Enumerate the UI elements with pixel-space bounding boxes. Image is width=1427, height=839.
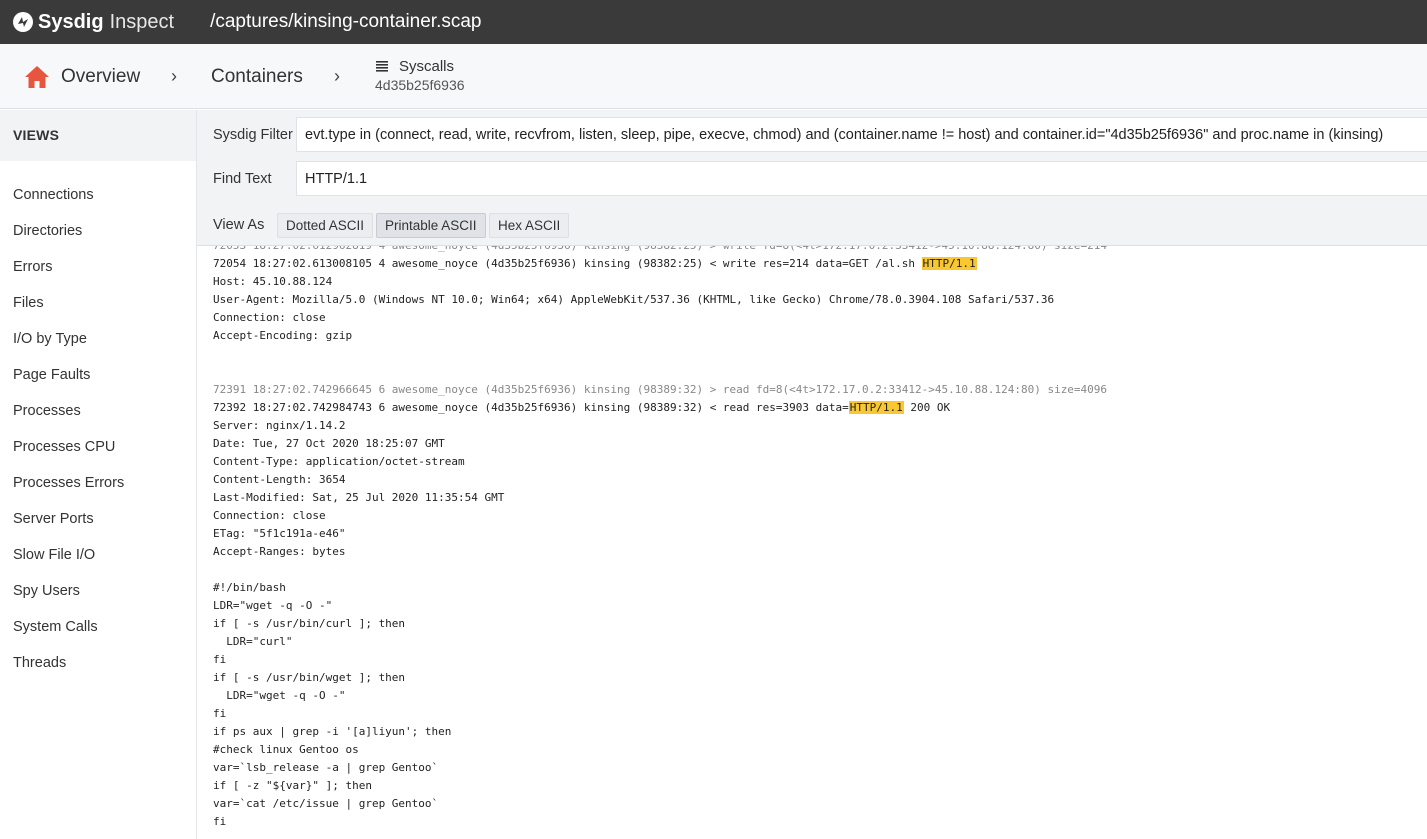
sidebar-item-server-ports[interactable]: Server Ports — [0, 501, 196, 537]
view-printable-ascii-button[interactable]: Printable ASCII — [376, 213, 486, 238]
views-sidebar: VIEWS Connections Directories Errors Fil… — [0, 110, 197, 839]
sysdig-filter-label: Sysdig Filter — [213, 127, 293, 143]
output-line: #check linux Gentoo os — [213, 743, 359, 756]
output-line: Content-Type: application/octet-stream — [213, 455, 465, 468]
breadcrumb: Overview › Containers › Syscalls 4d35b25… — [0, 44, 1427, 109]
output-line: Server: nginx/1.14.2 — [213, 419, 346, 432]
sysdig-filter-input[interactable] — [296, 117, 1427, 152]
output-line: var=`cat /etc/issue | grep Gentoo` — [213, 797, 439, 810]
output-line: var=`lsb_release -a | grep Gentoo` — [213, 761, 439, 774]
home-icon[interactable] — [24, 65, 50, 89]
sidebar-item-directories[interactable]: Directories — [0, 213, 196, 249]
find-text-input[interactable] — [296, 161, 1427, 196]
sidebar-item-connections[interactable]: Connections — [0, 177, 196, 213]
sidebar-item-errors[interactable]: Errors — [0, 249, 196, 285]
top-bar: Sysdig Inspect /captures/kinsing-contain… — [0, 0, 1427, 44]
breadcrumb-containers[interactable]: Containers — [211, 66, 303, 88]
output-line: Connection: close — [213, 311, 326, 324]
output-line-match: 72392 18:27:02.742984743 6 awesome_noyce… — [213, 399, 1107, 417]
output-line: #!/bin/bash — [213, 581, 286, 594]
product-name: Inspect — [109, 10, 175, 33]
views-heading: VIEWS — [0, 110, 196, 161]
output-line: if [ -s /usr/bin/curl ]; then — [213, 617, 406, 630]
view-hex-ascii-button[interactable]: Hex ASCII — [489, 213, 570, 238]
sidebar-item-processes-cpu[interactable]: Processes CPU — [0, 429, 196, 465]
output-line: Accept-Encoding: gzip — [213, 329, 353, 342]
output-line: fi — [213, 653, 227, 666]
sysdig-logo[interactable]: Sysdig Inspect — [12, 11, 174, 34]
search-match-highlight: HTTP/1.1 — [921, 257, 977, 270]
output-line: fi — [213, 815, 227, 828]
breadcrumb-overview[interactable]: Overview — [61, 66, 140, 88]
sidebar-item-processes-errors[interactable]: Processes Errors — [0, 465, 196, 501]
view-dotted-ascii-button[interactable]: Dotted ASCII — [277, 213, 374, 238]
output-line: fi — [213, 707, 227, 720]
sidebar-item-io-by-type[interactable]: I/O by Type — [0, 321, 196, 357]
output-line: 72391 18:27:02.742966645 6 awesome_noyce… — [213, 383, 1108, 396]
output-line: 72053 18:27:02.612962819 4 awesome_noyce… — [213, 246, 1107, 255]
output-line: ETag: "5f1c191a-e46" — [213, 527, 346, 540]
output-line: LDR="curl" — [213, 635, 293, 648]
sidebar-item-files[interactable]: Files — [0, 285, 196, 321]
syscall-output-lines: 72053 18:27:02.612962819 4 awesome_noyce… — [213, 246, 1107, 831]
output-line: LDR="wget -q -O -" — [213, 599, 333, 612]
chevron-right-icon: › — [171, 66, 177, 86]
filter-controls: Sysdig Filter Find Text View As Dotted A… — [197, 110, 1427, 246]
list-icon — [376, 61, 388, 72]
output-line-match: 72054 18:27:02.613008105 4 awesome_noyce… — [213, 255, 1107, 273]
views-list: Connections Directories Errors Files I/O… — [0, 161, 196, 681]
output-line-text: 72392 18:27:02.742984743 6 awesome_noyce… — [213, 401, 849, 414]
output-line: LDR="wget -q -O -" — [213, 689, 346, 702]
output-line: Last-Modified: Sat, 25 Jul 2020 11:35:54… — [213, 491, 505, 504]
sidebar-item-processes[interactable]: Processes — [0, 393, 196, 429]
breadcrumb-current-title: Syscalls — [399, 58, 455, 75]
find-text-label: Find Text — [213, 171, 272, 187]
output-line: Accept-Ranges: bytes — [213, 545, 346, 558]
main-panel: Sysdig Filter Find Text View As Dotted A… — [197, 110, 1427, 839]
syscall-output[interactable]: 72053 18:27:02.612962819 4 awesome_noyce… — [197, 246, 1427, 839]
sidebar-item-threads[interactable]: Threads — [0, 645, 196, 681]
output-line: if [ -s /usr/bin/wget ]; then — [213, 671, 406, 684]
sysdig-logo-icon — [13, 12, 33, 32]
brand-name: Sysdig — [38, 10, 104, 33]
sidebar-item-page-faults[interactable]: Page Faults — [0, 357, 196, 393]
output-line: if [ -z "${var}" ]; then — [213, 779, 372, 792]
output-line: Connection: close — [213, 509, 326, 522]
output-line: Date: Tue, 27 Oct 2020 18:25:07 GMT — [213, 437, 445, 450]
view-as-label: View As — [213, 217, 265, 233]
output-line-text: 200 OK — [903, 401, 951, 414]
output-line: User-Agent: Mozilla/5.0 (Windows NT 10.0… — [213, 293, 1055, 306]
sidebar-item-system-calls[interactable]: System Calls — [0, 609, 196, 645]
output-line: if ps aux | grep -i '[a]liyun'; then — [213, 725, 452, 738]
output-line: Content-Length: 3654 — [213, 473, 346, 486]
search-match-highlight: HTTP/1.1 — [848, 401, 904, 414]
chevron-right-icon: › — [334, 66, 340, 86]
capture-file-path: /captures/kinsing-container.scap — [210, 11, 482, 32]
output-line-text: 72054 18:27:02.613008105 4 awesome_noyce… — [213, 257, 922, 270]
sidebar-item-spy-users[interactable]: Spy Users — [0, 573, 196, 609]
breadcrumb-container-id: 4d35b25f6936 — [375, 77, 465, 93]
output-line: Host: 45.10.88.124 — [213, 275, 333, 288]
sidebar-item-slow-file-io[interactable]: Slow File I/O — [0, 537, 196, 573]
